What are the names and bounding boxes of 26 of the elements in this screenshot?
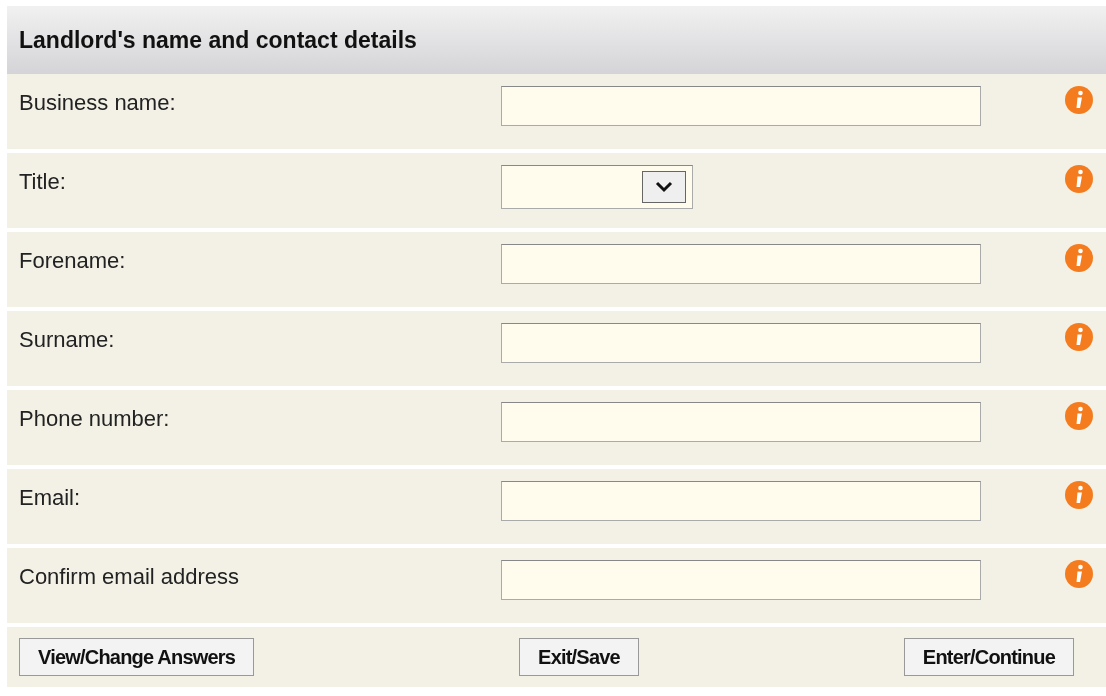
info-icon[interactable] bbox=[1065, 402, 1093, 430]
info-icon[interactable] bbox=[1065, 481, 1093, 509]
field-label: Business name: bbox=[18, 90, 177, 116]
info-icon[interactable] bbox=[1065, 165, 1093, 193]
input-field[interactable] bbox=[501, 323, 981, 363]
form-button[interactable]: View/Change Answers bbox=[19, 638, 255, 676]
form-button[interactable]: Exit/Save bbox=[519, 638, 639, 676]
info-icon[interactable] bbox=[1065, 323, 1093, 351]
caret-icon bbox=[642, 171, 686, 203]
field-label: Email: bbox=[18, 485, 82, 511]
field-label: Forename: bbox=[18, 248, 127, 274]
info-icon[interactable] bbox=[1065, 244, 1093, 272]
form-button[interactable]: Enter/Continue bbox=[903, 638, 1074, 676]
input-field[interactable] bbox=[501, 244, 981, 284]
input-field[interactable] bbox=[501, 560, 981, 600]
info-icon[interactable] bbox=[1065, 86, 1093, 114]
dropdown[interactable] bbox=[501, 165, 693, 209]
field-label: Surname: bbox=[18, 327, 116, 353]
input-field[interactable] bbox=[501, 402, 981, 442]
input-field[interactable] bbox=[501, 86, 981, 126]
info-icon[interactable] bbox=[1065, 560, 1093, 588]
field-label: Phone number: bbox=[18, 406, 171, 432]
section-title: Landlord's name and contact details bbox=[19, 26, 417, 54]
field-label: Confirm email address bbox=[18, 564, 241, 590]
input-field[interactable] bbox=[501, 481, 981, 521]
field-label: Title: bbox=[18, 169, 67, 195]
